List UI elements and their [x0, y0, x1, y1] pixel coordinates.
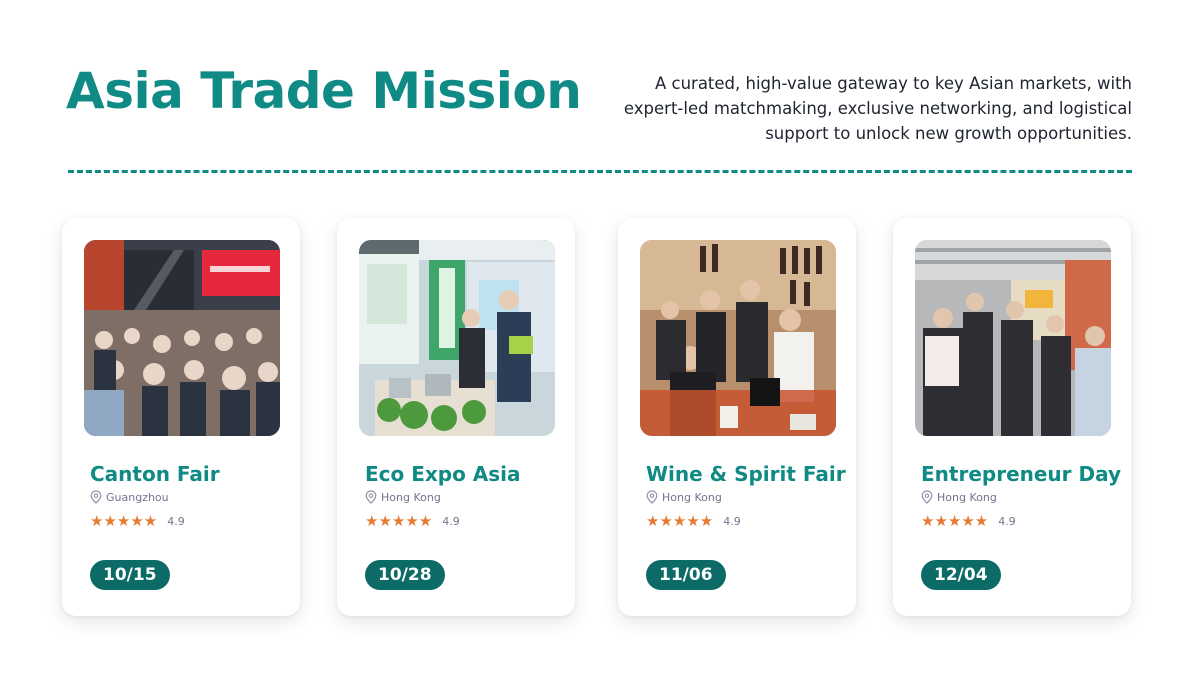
- star-rating-icon: ★★★★★: [646, 512, 714, 530]
- star-rating-icon: ★★★★★: [921, 512, 989, 530]
- rating-score: 4.9: [723, 515, 741, 528]
- event-location: Hong Kong: [921, 490, 997, 504]
- event-location: Hong Kong: [646, 490, 722, 504]
- event-date-badge: 12/04: [921, 560, 1001, 590]
- event-date-badge: 10/28: [365, 560, 445, 590]
- event-date-badge: 11/06: [646, 560, 726, 590]
- crowded-trade-fair-photo: [84, 240, 280, 436]
- entrepreneur-expo-photo: [915, 240, 1111, 436]
- star-rating-icon: ★★★★★: [90, 512, 158, 530]
- event-rating: ★★★★★ 4.9: [365, 514, 460, 529]
- event-name: Wine & Spirit Fair: [646, 462, 846, 486]
- page: Asia Trade Mission A curated, high-value…: [0, 0, 1200, 675]
- event-location-label: Hong Kong: [662, 490, 722, 504]
- event-name: Entrepreneur Day: [921, 462, 1122, 486]
- map-pin-icon: [921, 490, 933, 504]
- wine-tasting-image: [640, 240, 836, 436]
- event-location-label: Hong Kong: [381, 490, 441, 504]
- event-location: Hong Kong: [365, 490, 441, 504]
- map-pin-icon: [90, 490, 102, 504]
- eco-expo-booth-image: [359, 240, 555, 436]
- event-date-badge: 10/15: [90, 560, 170, 590]
- event-rating: ★★★★★ 4.9: [646, 514, 741, 529]
- event-rating: ★★★★★ 4.9: [921, 514, 1016, 529]
- event-card-entrepreneur-day[interactable]: Entrepreneur Day Hong Kong ★★★★★ 4.9 12/…: [893, 218, 1131, 616]
- event-card-wine-spirit-fair[interactable]: Wine & Spirit Fair Hong Kong ★★★★★ 4.9 1…: [618, 218, 856, 616]
- event-card-eco-expo-asia[interactable]: Eco Expo Asia Hong Kong ★★★★★ 4.9 10/28: [337, 218, 575, 616]
- rating-score: 4.9: [167, 515, 185, 528]
- rating-score: 4.9: [442, 515, 460, 528]
- star-rating-icon: ★★★★★: [365, 512, 433, 530]
- event-location-label: Guangzhou: [106, 490, 169, 504]
- event-location: Guangzhou: [90, 490, 169, 504]
- rating-score: 4.9: [998, 515, 1016, 528]
- event-name: Eco Expo Asia: [365, 462, 521, 486]
- event-rating: ★★★★★ 4.9: [90, 514, 185, 529]
- map-pin-icon: [365, 490, 377, 504]
- event-location-label: Hong Kong: [937, 490, 997, 504]
- map-pin-icon: [646, 490, 658, 504]
- event-card-canton-fair[interactable]: Canton Fair Guangzhou ★★★★★ 4.9 10/15: [62, 218, 300, 616]
- event-name: Canton Fair: [90, 462, 220, 486]
- event-cards: Canton Fair Guangzhou ★★★★★ 4.9 10/15 Ec…: [0, 0, 1200, 675]
- eco-expo-booth-photo: [359, 240, 555, 436]
- crowded-trade-fair-image: [84, 240, 280, 436]
- wine-tasting-photo: [640, 240, 836, 436]
- entrepreneur-expo-image: [915, 240, 1111, 436]
